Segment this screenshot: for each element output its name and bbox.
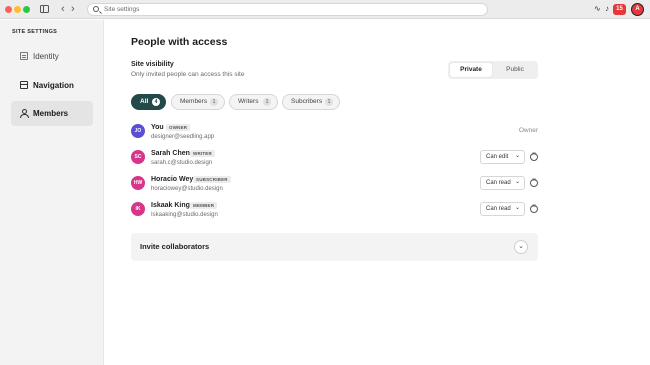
visibility-segmented-control: Private Public	[448, 61, 538, 79]
member-email: horaciowey@studio.design	[151, 186, 223, 192]
avatar: IK	[131, 202, 145, 216]
member-name: You	[151, 124, 164, 131]
minimize-window-button[interactable]	[14, 6, 21, 13]
visibility-public-option[interactable]: Public	[494, 63, 536, 77]
notification-count-badge[interactable]: 15	[613, 4, 626, 15]
page-title: People with access	[131, 36, 228, 48]
filter-count: 4	[152, 98, 160, 106]
chevron-down-icon[interactable]: ⌄	[514, 240, 528, 254]
role-badge: SUBSCRIBER	[193, 176, 231, 183]
visibility-description: Only invited people can access this site	[131, 71, 245, 78]
member-email: designer@seedling.app	[151, 134, 215, 140]
chevron-down-icon: ⌄	[514, 205, 520, 211]
permission-value: Can read	[486, 180, 511, 186]
filter-writers[interactable]: Writers 1	[229, 94, 278, 110]
member-row: SC Sarah Chen WRITER sarah.c@studio.desi…	[131, 149, 538, 173]
permission-value: Can read	[486, 206, 511, 212]
role-badge: WRITER	[190, 150, 215, 157]
filter-subscribers[interactable]: Subcribers 1	[282, 94, 340, 110]
zoom-window-button[interactable]	[23, 6, 30, 13]
member-email: sarah.c@studio.design	[151, 160, 213, 166]
sidebar-item-identity[interactable]: Identity	[11, 44, 93, 69]
chevron-down-icon: ⌄	[514, 153, 520, 159]
role-badge: MEMBER	[190, 202, 218, 209]
sidebar-heading: SITE SETTINGS	[12, 29, 58, 35]
profile-avatar[interactable]: A	[631, 3, 644, 16]
sidebar-toggle-icon[interactable]	[40, 5, 49, 13]
filter-label: All	[140, 98, 149, 105]
filter-label: Members	[180, 98, 208, 105]
visibility-label: Site visibility	[131, 61, 174, 68]
sidebar-item-label: Navigation	[33, 81, 74, 90]
close-window-button[interactable]	[5, 6, 12, 13]
permission-value: Can edit	[486, 154, 509, 160]
avatar: SC	[131, 150, 145, 164]
members-icon	[20, 109, 29, 118]
sidebar-item-label: Members	[33, 109, 69, 118]
filter-label: Writers	[238, 98, 259, 105]
invite-collaborators-panel[interactable]: Invite collaborators ⌄	[131, 233, 538, 261]
member-access-label: Owner	[518, 127, 538, 134]
permission-select[interactable]: Can read ⌄	[480, 202, 525, 216]
sidebar-item-label: Identity	[33, 52, 59, 61]
member-row: JO You OWNER designer@seedling.app Owner	[131, 123, 538, 147]
activity-icon[interactable]: ∿	[594, 4, 601, 13]
identity-icon	[20, 52, 28, 60]
filter-count: 1	[263, 98, 271, 106]
search-icon	[93, 6, 99, 12]
invite-title: Invite collaborators	[140, 242, 210, 251]
sidebar-item-navigation[interactable]: Navigation	[11, 73, 93, 98]
avatar: HW	[131, 176, 145, 190]
filter-count: 1	[210, 98, 218, 106]
chevron-down-icon: ⌄	[514, 179, 520, 185]
settings-sidebar: SITE SETTINGS Identity Navigation Member…	[0, 20, 104, 365]
filter-all[interactable]: All 4	[131, 94, 166, 110]
filter-members[interactable]: Members 1	[171, 94, 225, 110]
back-arrow-icon[interactable]: ‹	[61, 3, 65, 15]
member-row: IK Iskaak King MEMBER Iskaaking@studio.d…	[131, 201, 538, 225]
sidebar-item-members[interactable]: Members	[11, 101, 93, 126]
remove-member-button[interactable]	[530, 151, 538, 161]
forward-arrow-icon[interactable]: ›	[71, 3, 75, 15]
member-name: Horacio Wey	[151, 176, 194, 183]
navigation-icon	[20, 81, 28, 89]
permission-select[interactable]: Can edit ⌄	[480, 150, 525, 164]
window-titlebar: ‹ › Site settings ∿ ♪ 15 A	[0, 0, 650, 19]
address-bar[interactable]: Site settings	[87, 3, 488, 16]
member-email: Iskaaking@studio.design	[151, 212, 218, 218]
member-name: Iskaak King	[151, 202, 190, 209]
member-row: HW Horacio Wey SUBSCRIBER horaciowey@stu…	[131, 175, 538, 199]
address-bar-text: Site settings	[104, 6, 140, 13]
filter-count: 1	[325, 98, 333, 106]
permission-select[interactable]: Can read ⌄	[480, 176, 525, 190]
filter-label: Subcribers	[291, 98, 323, 105]
avatar: JO	[131, 124, 145, 138]
remove-member-button[interactable]	[530, 203, 538, 213]
remove-member-button[interactable]	[530, 177, 538, 187]
member-name: Sarah Chen	[151, 150, 190, 157]
bell-icon[interactable]: ♪	[605, 4, 609, 13]
visibility-private-option[interactable]: Private	[450, 63, 492, 77]
role-badge: OWNER	[166, 124, 191, 131]
